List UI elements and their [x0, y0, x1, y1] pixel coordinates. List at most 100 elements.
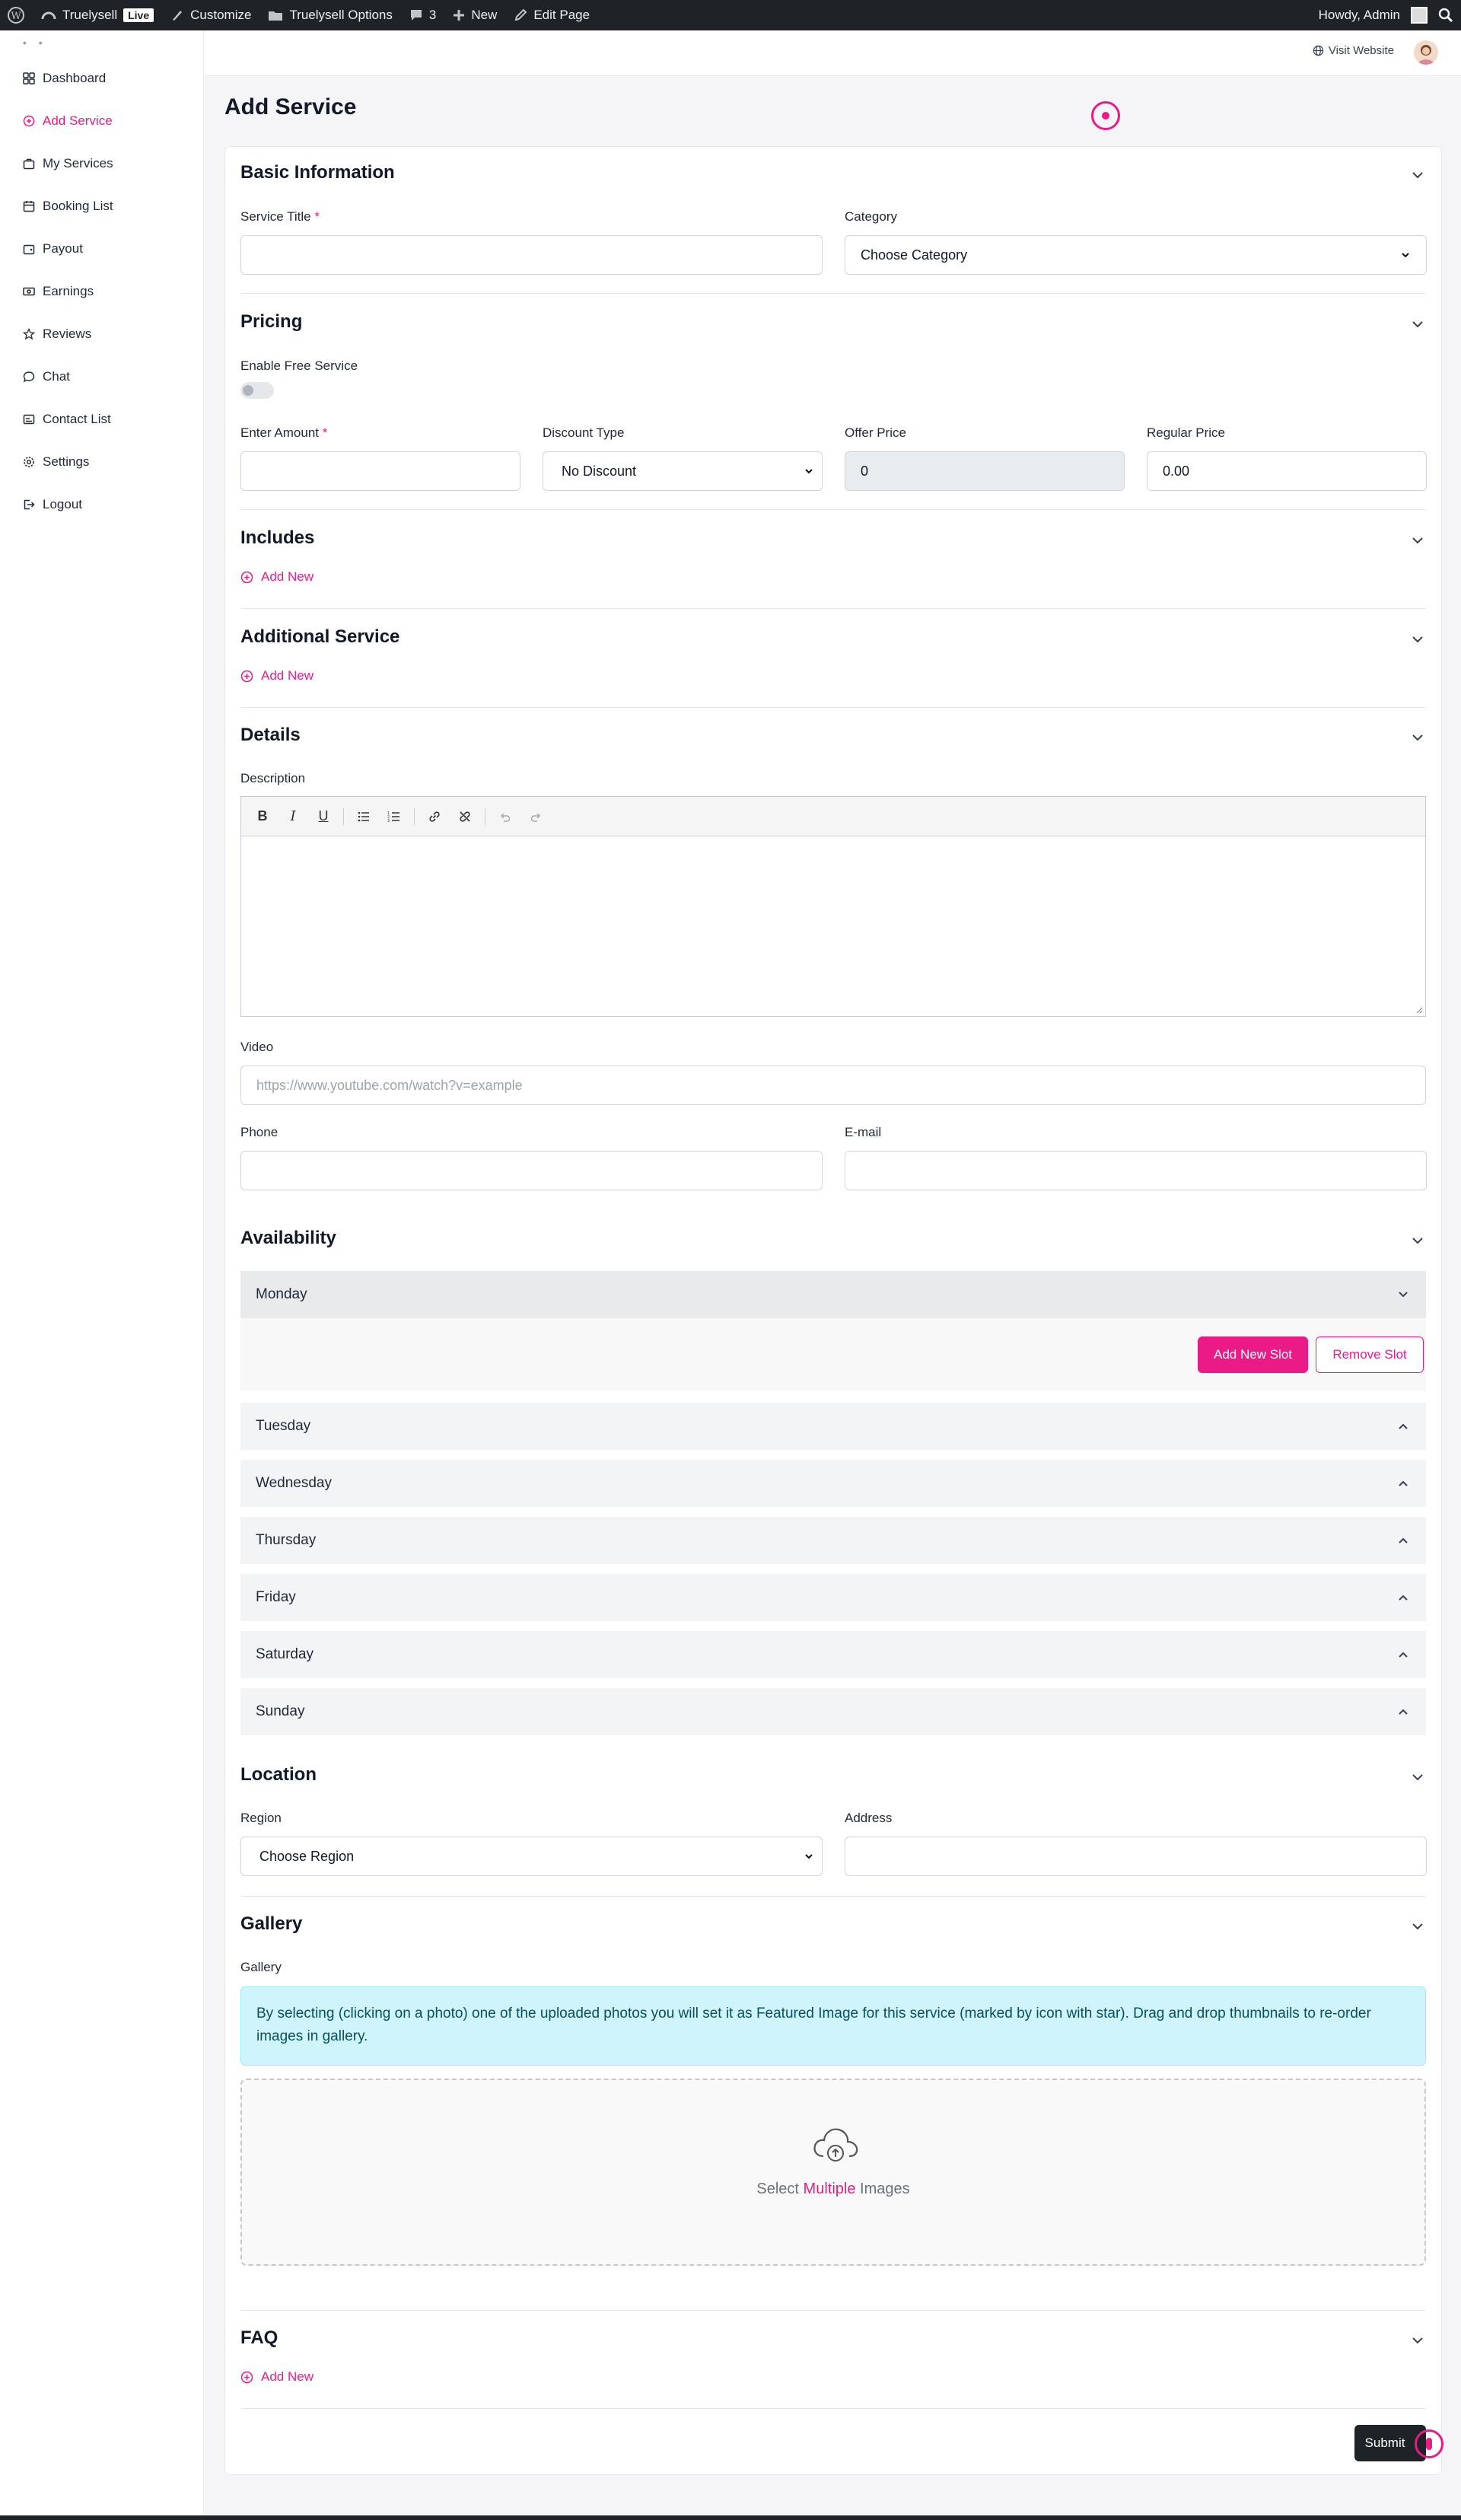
sidebar-item-dashboard[interactable]: Dashboard [23, 71, 106, 86]
link-button[interactable] [422, 804, 447, 829]
remove-slot-button[interactable]: Remove Slot [1316, 1336, 1424, 1373]
chevron-down-icon[interactable] [1409, 2332, 1426, 2349]
sidebar-item-my-services[interactable]: My Services [23, 156, 113, 171]
free-service-toggle[interactable] [240, 382, 274, 399]
toolbar-separator [414, 808, 415, 825]
scroll-top-indicator[interactable] [1415, 2429, 1443, 2458]
numbered-list-button[interactable]: 123 [382, 804, 406, 829]
sidebar-item-label: My Services [43, 156, 113, 170]
sidebar-item-logout[interactable]: Logout [23, 497, 82, 512]
grid-icon [23, 72, 35, 84]
edit-page-link[interactable]: Edit Page [514, 8, 590, 23]
sidebar-item-payout[interactable]: Payout [23, 241, 83, 256]
bold-button[interactable]: B [250, 804, 275, 829]
region-select[interactable]: Choose Region [240, 1837, 823, 1876]
sidebar-item-label: Settings [43, 454, 90, 469]
unlink-icon [460, 811, 470, 822]
day-label: Friday [256, 1589, 296, 1605]
sidebar-item-label: Logout [43, 497, 82, 511]
unlink-button[interactable] [453, 804, 477, 829]
howdy-user[interactable]: Howdy, Admin [1319, 8, 1400, 23]
address-input[interactable] [845, 1837, 1427, 1876]
chevron-up-icon [1399, 1709, 1408, 1715]
globe-icon [1313, 45, 1324, 56]
wordpress-logo[interactable]: W [8, 7, 24, 24]
redo-button[interactable] [524, 804, 548, 829]
discount-type-value: No Discount [562, 463, 637, 479]
amount-input[interactable] [240, 451, 520, 491]
plus-circle-icon [240, 2371, 253, 2383]
avatar[interactable] [1414, 40, 1438, 65]
chevron-down-icon[interactable] [1409, 1918, 1426, 1935]
divider [240, 707, 1426, 708]
dashboard-gauge-icon [41, 11, 56, 20]
plus-icon [454, 10, 465, 21]
record-indicator[interactable] [1091, 101, 1120, 130]
customize-link[interactable]: Customize [170, 8, 251, 23]
discount-type-select[interactable]: No Discount [543, 451, 823, 491]
chevron-down-icon[interactable] [1409, 167, 1426, 183]
gallery-dropzone[interactable]: Select Multiple Images [240, 2079, 1426, 2266]
video-input[interactable]: https://www.youtube.com/watch?v=example [240, 1066, 1426, 1105]
sidebar-item-chat[interactable]: Chat [23, 369, 70, 384]
underline-button[interactable]: U [311, 804, 336, 829]
additional-add-new-button[interactable]: Add New [240, 668, 314, 683]
page-title: Add Service [224, 94, 357, 119]
category-select[interactable]: Choose Category [845, 235, 1427, 275]
phone-input[interactable] [240, 1151, 823, 1190]
sidebar-item-earnings[interactable]: Earnings [23, 284, 94, 299]
chevron-down-icon[interactable] [1409, 1232, 1426, 1249]
new-link[interactable]: New [453, 8, 497, 23]
redo-icon [530, 812, 541, 822]
add-new-slot-button[interactable]: Add New Slot [1198, 1336, 1308, 1373]
section-title-pricing: Pricing [240, 311, 303, 332]
sidebar-item-settings[interactable]: Settings [23, 454, 89, 470]
chevron-down-icon[interactable] [1409, 532, 1426, 549]
day-row-wednesday[interactable]: Wednesday [240, 1460, 1426, 1507]
day-row-sunday[interactable]: Sunday [240, 1688, 1426, 1735]
undo-button[interactable] [493, 804, 517, 829]
sidebar-item-booking-list[interactable]: Booking List [23, 199, 113, 214]
includes-add-new-button[interactable]: Add New [240, 569, 314, 585]
faq-add-new-button[interactable]: Add New [240, 2369, 314, 2385]
gear-icon [24, 457, 34, 467]
wallet-icon [23, 244, 35, 255]
email-input[interactable] [845, 1151, 1427, 1190]
options-link[interactable]: Truelysell Options [268, 8, 393, 23]
description-textarea[interactable] [241, 836, 1425, 1016]
bullet-list-button[interactable] [352, 804, 376, 829]
chevron-down-icon[interactable] [1409, 729, 1426, 746]
day-label: Monday [256, 1286, 307, 1302]
day-row-thursday[interactable]: Thursday [240, 1517, 1426, 1564]
day-row-tuesday[interactable]: Tuesday [240, 1403, 1426, 1450]
briefcase-icon [23, 158, 35, 170]
site-name-link[interactable]: Truelysell Live [41, 8, 154, 23]
comments-link[interactable]: 3 [409, 8, 436, 23]
sidebar-item-contact-list[interactable]: Contact List [23, 412, 111, 427]
select-arrow-icon [1402, 253, 1409, 258]
service-title-input[interactable] [240, 235, 823, 275]
admin-avatar[interactable] [1411, 7, 1428, 24]
italic-button[interactable]: I [281, 804, 305, 829]
svg-text:3: 3 [387, 819, 390, 824]
day-label: Sunday [256, 1703, 305, 1719]
day-row-monday[interactable]: Monday [240, 1271, 1426, 1318]
sidebar-item-add-service[interactable]: Add Service [23, 113, 113, 129]
regular-price-input[interactable]: 0.00 [1147, 451, 1427, 491]
region-select-value: Choose Region [259, 1848, 355, 1864]
resize-handle-icon[interactable] [1415, 1006, 1423, 1014]
sidebar: • • Dashboard Add Service My Services Bo… [0, 30, 204, 2520]
day-row-saturday[interactable]: Saturday [240, 1631, 1426, 1678]
chevron-down-icon[interactable] [1409, 316, 1426, 333]
chevron-down-icon[interactable] [1409, 1769, 1426, 1786]
sidebar-item-reviews[interactable]: Reviews [23, 327, 91, 342]
video-label: Video [240, 1040, 274, 1054]
wordpress-icon: W [8, 7, 24, 24]
visit-website-link[interactable]: Visit Website [1313, 44, 1394, 57]
day-row-friday[interactable]: Friday [240, 1574, 1426, 1621]
section-title-location: Location [240, 1764, 317, 1785]
chevron-down-icon[interactable] [1409, 631, 1426, 648]
chevron-up-icon [1399, 1652, 1408, 1658]
sidebar-logo-placeholder: • • [23, 37, 47, 49]
search-icon[interactable] [1438, 8, 1453, 23]
